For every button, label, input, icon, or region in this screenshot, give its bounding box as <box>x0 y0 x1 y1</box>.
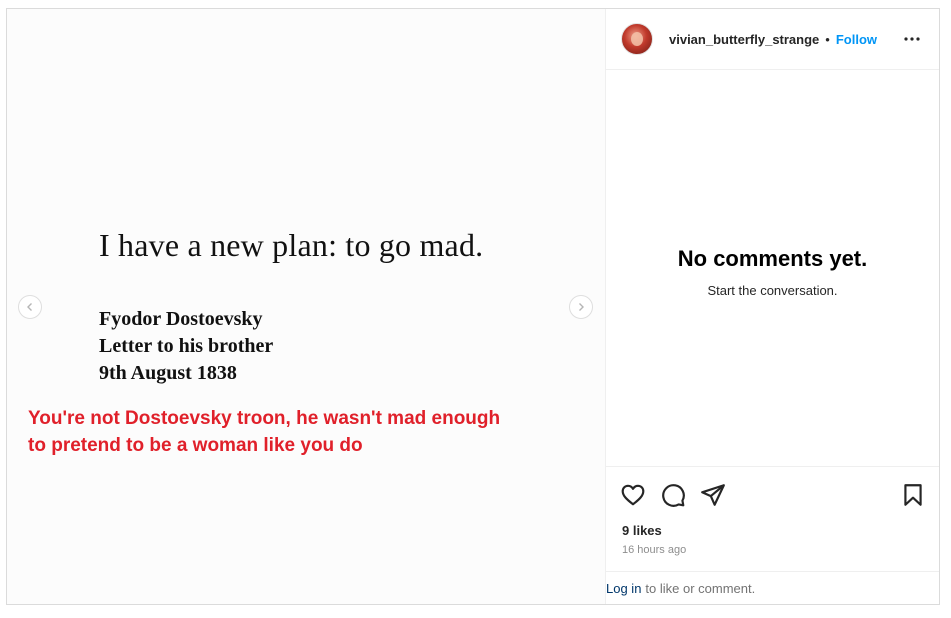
attribution-source: Letter to his brother <box>99 335 274 357</box>
attribution-author: Fyodor Dostoevsky <box>99 308 263 330</box>
more-icon <box>904 37 920 41</box>
chevron-right-icon <box>579 303 584 311</box>
login-link[interactable]: Log in <box>606 581 641 596</box>
overlay-caption-line: You're not Dostoevsky troon, he wasn't m… <box>28 408 501 429</box>
bookmark-icon[interactable] <box>900 482 926 508</box>
post-timestamp[interactable]: 16 hours ago <box>622 544 686 556</box>
follow-button[interactable]: Follow <box>836 32 877 47</box>
next-slide-button[interactable] <box>569 295 593 319</box>
overlay-caption: You're not Dostoevsky troon, he wasn't m… <box>28 405 588 459</box>
post-dialog: I have a new plan: to go mad. Fyodor Dos… <box>6 8 940 605</box>
post-media: I have a new plan: to go mad. Fyodor Dos… <box>7 9 605 604</box>
username-link[interactable]: vivian_butterfly_strange <box>669 32 819 47</box>
overlay-caption-line: to pretend to be a woman like you do <box>28 435 363 456</box>
separator-dot: • <box>825 31 830 47</box>
empty-comments-subtitle: Start the conversation. <box>707 283 838 298</box>
chevron-left-icon <box>27 303 32 311</box>
empty-comments-title: No comments yet. <box>677 246 868 271</box>
likes-count[interactable]: 9 likes <box>622 523 662 538</box>
quote-text: I have a new plan: to go mad. <box>99 227 484 263</box>
avatar[interactable] <box>621 23 653 55</box>
share-icon[interactable] <box>700 482 726 508</box>
heart-icon[interactable] <box>620 482 646 508</box>
quote-attribution: Fyodor Dostoevsky Letter to his brother … <box>99 306 273 387</box>
comments-section: No comments yet. Start the conversation. <box>606 70 939 467</box>
comment-icon[interactable] <box>660 482 686 508</box>
post-sidebar: vivian_butterfly_strange • Follow No com… <box>605 9 939 604</box>
login-prompt-text: to like or comment. <box>645 580 756 596</box>
attribution-date: 9th August 1838 <box>99 362 237 384</box>
post-actions: 9 likes 16 hours ago <box>606 467 939 572</box>
more-options-button[interactable] <box>901 29 923 49</box>
login-prompt: Log in to like or comment. <box>606 572 939 604</box>
post-header: vivian_butterfly_strange • Follow <box>606 9 939 70</box>
previous-slide-button[interactable] <box>18 295 42 319</box>
